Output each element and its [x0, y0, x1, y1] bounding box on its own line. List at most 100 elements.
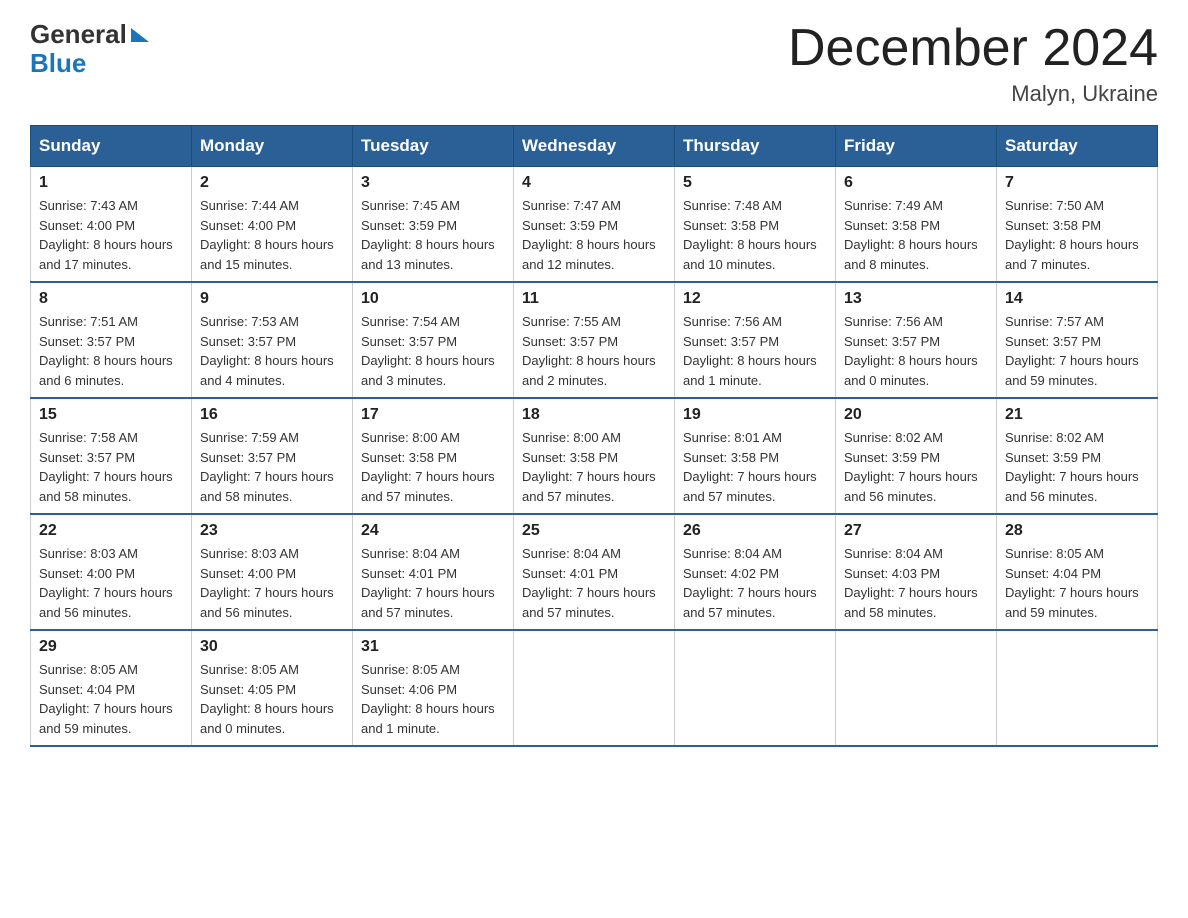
day-info: Sunrise: 7:51 AM Sunset: 3:57 PM Dayligh…	[39, 312, 183, 390]
day-info: Sunrise: 8:05 AM Sunset: 4:04 PM Dayligh…	[39, 660, 183, 738]
calendar-title: December 2024	[788, 20, 1158, 77]
table-row: 23 Sunrise: 8:03 AM Sunset: 4:00 PM Dayl…	[192, 514, 353, 630]
table-row: 13 Sunrise: 7:56 AM Sunset: 3:57 PM Dayl…	[836, 282, 997, 398]
day-info: Sunrise: 7:49 AM Sunset: 3:58 PM Dayligh…	[844, 196, 988, 274]
day-number: 1	[39, 174, 183, 192]
page-header: General Blue December 2024 Malyn, Ukrain…	[30, 20, 1158, 107]
calendar-week-row: 1 Sunrise: 7:43 AM Sunset: 4:00 PM Dayli…	[31, 167, 1158, 283]
header-monday: Monday	[192, 126, 353, 167]
day-number: 21	[1005, 406, 1149, 424]
header-thursday: Thursday	[675, 126, 836, 167]
table-row: 20 Sunrise: 8:02 AM Sunset: 3:59 PM Dayl…	[836, 398, 997, 514]
table-row: 1 Sunrise: 7:43 AM Sunset: 4:00 PM Dayli…	[31, 167, 192, 283]
header-sunday: Sunday	[31, 126, 192, 167]
table-row: 26 Sunrise: 8:04 AM Sunset: 4:02 PM Dayl…	[675, 514, 836, 630]
day-info: Sunrise: 8:04 AM Sunset: 4:01 PM Dayligh…	[361, 544, 505, 622]
table-row: 18 Sunrise: 8:00 AM Sunset: 3:58 PM Dayl…	[514, 398, 675, 514]
day-number: 31	[361, 638, 505, 656]
day-info: Sunrise: 8:01 AM Sunset: 3:58 PM Dayligh…	[683, 428, 827, 506]
table-row: 9 Sunrise: 7:53 AM Sunset: 3:57 PM Dayli…	[192, 282, 353, 398]
day-info: Sunrise: 8:02 AM Sunset: 3:59 PM Dayligh…	[1005, 428, 1149, 506]
table-row: 14 Sunrise: 7:57 AM Sunset: 3:57 PM Dayl…	[997, 282, 1158, 398]
day-info: Sunrise: 8:04 AM Sunset: 4:03 PM Dayligh…	[844, 544, 988, 622]
calendar-table: Sunday Monday Tuesday Wednesday Thursday…	[30, 125, 1158, 747]
day-info: Sunrise: 7:50 AM Sunset: 3:58 PM Dayligh…	[1005, 196, 1149, 274]
table-row	[675, 630, 836, 746]
calendar-week-row: 8 Sunrise: 7:51 AM Sunset: 3:57 PM Dayli…	[31, 282, 1158, 398]
day-number: 27	[844, 522, 988, 540]
day-number: 22	[39, 522, 183, 540]
table-row: 11 Sunrise: 7:55 AM Sunset: 3:57 PM Dayl…	[514, 282, 675, 398]
day-number: 3	[361, 174, 505, 192]
table-row: 12 Sunrise: 7:56 AM Sunset: 3:57 PM Dayl…	[675, 282, 836, 398]
table-row: 29 Sunrise: 8:05 AM Sunset: 4:04 PM Dayl…	[31, 630, 192, 746]
table-row: 24 Sunrise: 8:04 AM Sunset: 4:01 PM Dayl…	[353, 514, 514, 630]
day-info: Sunrise: 7:48 AM Sunset: 3:58 PM Dayligh…	[683, 196, 827, 274]
table-row: 16 Sunrise: 7:59 AM Sunset: 3:57 PM Dayl…	[192, 398, 353, 514]
table-row: 3 Sunrise: 7:45 AM Sunset: 3:59 PM Dayli…	[353, 167, 514, 283]
table-row: 2 Sunrise: 7:44 AM Sunset: 4:00 PM Dayli…	[192, 167, 353, 283]
day-info: Sunrise: 8:04 AM Sunset: 4:01 PM Dayligh…	[522, 544, 666, 622]
table-row: 19 Sunrise: 8:01 AM Sunset: 3:58 PM Dayl…	[675, 398, 836, 514]
day-number: 16	[200, 406, 344, 424]
table-row: 28 Sunrise: 8:05 AM Sunset: 4:04 PM Dayl…	[997, 514, 1158, 630]
day-info: Sunrise: 8:04 AM Sunset: 4:02 PM Dayligh…	[683, 544, 827, 622]
day-number: 26	[683, 522, 827, 540]
day-info: Sunrise: 7:59 AM Sunset: 3:57 PM Dayligh…	[200, 428, 344, 506]
day-number: 25	[522, 522, 666, 540]
day-number: 15	[39, 406, 183, 424]
day-number: 5	[683, 174, 827, 192]
table-row: 5 Sunrise: 7:48 AM Sunset: 3:58 PM Dayli…	[675, 167, 836, 283]
table-row: 17 Sunrise: 8:00 AM Sunset: 3:58 PM Dayl…	[353, 398, 514, 514]
table-row	[997, 630, 1158, 746]
day-info: Sunrise: 7:56 AM Sunset: 3:57 PM Dayligh…	[844, 312, 988, 390]
day-number: 30	[200, 638, 344, 656]
title-block: December 2024 Malyn, Ukraine	[788, 20, 1158, 107]
day-info: Sunrise: 7:53 AM Sunset: 3:57 PM Dayligh…	[200, 312, 344, 390]
calendar-week-row: 22 Sunrise: 8:03 AM Sunset: 4:00 PM Dayl…	[31, 514, 1158, 630]
weekday-header-row: Sunday Monday Tuesday Wednesday Thursday…	[31, 126, 1158, 167]
day-info: Sunrise: 7:54 AM Sunset: 3:57 PM Dayligh…	[361, 312, 505, 390]
day-info: Sunrise: 7:43 AM Sunset: 4:00 PM Dayligh…	[39, 196, 183, 274]
day-number: 2	[200, 174, 344, 192]
day-info: Sunrise: 8:00 AM Sunset: 3:58 PM Dayligh…	[522, 428, 666, 506]
day-number: 11	[522, 290, 666, 308]
day-info: Sunrise: 8:02 AM Sunset: 3:59 PM Dayligh…	[844, 428, 988, 506]
day-number: 8	[39, 290, 183, 308]
day-info: Sunrise: 7:47 AM Sunset: 3:59 PM Dayligh…	[522, 196, 666, 274]
day-number: 20	[844, 406, 988, 424]
day-number: 6	[844, 174, 988, 192]
header-tuesday: Tuesday	[353, 126, 514, 167]
header-friday: Friday	[836, 126, 997, 167]
day-number: 12	[683, 290, 827, 308]
day-info: Sunrise: 8:00 AM Sunset: 3:58 PM Dayligh…	[361, 428, 505, 506]
day-number: 17	[361, 406, 505, 424]
day-number: 4	[522, 174, 666, 192]
table-row	[514, 630, 675, 746]
day-info: Sunrise: 7:55 AM Sunset: 3:57 PM Dayligh…	[522, 312, 666, 390]
table-row: 10 Sunrise: 7:54 AM Sunset: 3:57 PM Dayl…	[353, 282, 514, 398]
day-info: Sunrise: 8:03 AM Sunset: 4:00 PM Dayligh…	[200, 544, 344, 622]
calendar-week-row: 29 Sunrise: 8:05 AM Sunset: 4:04 PM Dayl…	[31, 630, 1158, 746]
header-wednesday: Wednesday	[514, 126, 675, 167]
table-row: 4 Sunrise: 7:47 AM Sunset: 3:59 PM Dayli…	[514, 167, 675, 283]
calendar-week-row: 15 Sunrise: 7:58 AM Sunset: 3:57 PM Dayl…	[31, 398, 1158, 514]
table-row: 27 Sunrise: 8:04 AM Sunset: 4:03 PM Dayl…	[836, 514, 997, 630]
calendar-subtitle: Malyn, Ukraine	[788, 81, 1158, 107]
table-row: 25 Sunrise: 8:04 AM Sunset: 4:01 PM Dayl…	[514, 514, 675, 630]
day-info: Sunrise: 8:05 AM Sunset: 4:04 PM Dayligh…	[1005, 544, 1149, 622]
day-info: Sunrise: 7:57 AM Sunset: 3:57 PM Dayligh…	[1005, 312, 1149, 390]
day-number: 14	[1005, 290, 1149, 308]
day-info: Sunrise: 7:44 AM Sunset: 4:00 PM Dayligh…	[200, 196, 344, 274]
table-row: 15 Sunrise: 7:58 AM Sunset: 3:57 PM Dayl…	[31, 398, 192, 514]
table-row: 6 Sunrise: 7:49 AM Sunset: 3:58 PM Dayli…	[836, 167, 997, 283]
day-info: Sunrise: 7:45 AM Sunset: 3:59 PM Dayligh…	[361, 196, 505, 274]
table-row: 7 Sunrise: 7:50 AM Sunset: 3:58 PM Dayli…	[997, 167, 1158, 283]
table-row: 31 Sunrise: 8:05 AM Sunset: 4:06 PM Dayl…	[353, 630, 514, 746]
day-info: Sunrise: 7:58 AM Sunset: 3:57 PM Dayligh…	[39, 428, 183, 506]
day-number: 10	[361, 290, 505, 308]
day-info: Sunrise: 8:05 AM Sunset: 4:05 PM Dayligh…	[200, 660, 344, 738]
day-number: 18	[522, 406, 666, 424]
day-number: 23	[200, 522, 344, 540]
header-saturday: Saturday	[997, 126, 1158, 167]
